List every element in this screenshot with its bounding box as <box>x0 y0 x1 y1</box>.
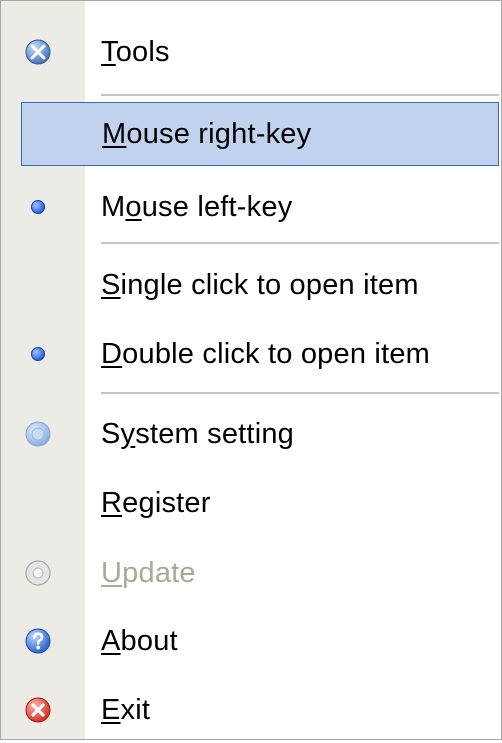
menu-item-label: Mouse left-key <box>101 191 293 223</box>
radio-dot-icon <box>23 339 53 369</box>
menu-item-mouse-left-key[interactable]: Mouse left-key <box>1 174 501 240</box>
update-icon <box>23 558 53 588</box>
help-icon <box>23 626 53 656</box>
menu-separator <box>101 392 499 394</box>
tools-icon <box>23 37 53 67</box>
menu-item-update: Update <box>1 540 501 606</box>
menu-item-single-click[interactable]: Single click to open item <box>1 252 501 318</box>
system-setting-icon <box>23 419 53 449</box>
menu-item-label: Update <box>101 557 196 589</box>
menu-item-about[interactable]: About <box>1 608 501 674</box>
menu-item-label: Single click to open item <box>101 269 419 301</box>
menu-item-label: Exit <box>101 694 151 726</box>
menu-item-register[interactable]: Register <box>1 470 501 536</box>
menu-item-label: Register <box>101 487 211 519</box>
menu-item-system-setting[interactable]: System setting <box>1 401 501 467</box>
menu-separator <box>101 242 499 244</box>
menu-item-label: System setting <box>101 418 294 450</box>
menu-item-double-click[interactable]: Double click to open item <box>1 321 501 387</box>
menu-separator <box>101 94 499 96</box>
radio-dot-icon <box>23 192 53 222</box>
menu-item-label: Double click to open item <box>101 338 431 370</box>
menu-item-label: Mouse right-key <box>102 118 312 150</box>
menu-item-mouse-right-key[interactable]: Mouse right-key <box>21 102 499 166</box>
menu-item-tools[interactable]: Tools <box>1 19 501 85</box>
exit-icon <box>23 695 53 725</box>
menu-item-label: Tools <box>101 36 170 68</box>
menu-item-label: About <box>101 625 178 657</box>
menu-item-exit[interactable]: Exit <box>1 677 501 743</box>
context-menu: Tools Mouse right-key Mouse left-key Sin… <box>0 0 502 740</box>
